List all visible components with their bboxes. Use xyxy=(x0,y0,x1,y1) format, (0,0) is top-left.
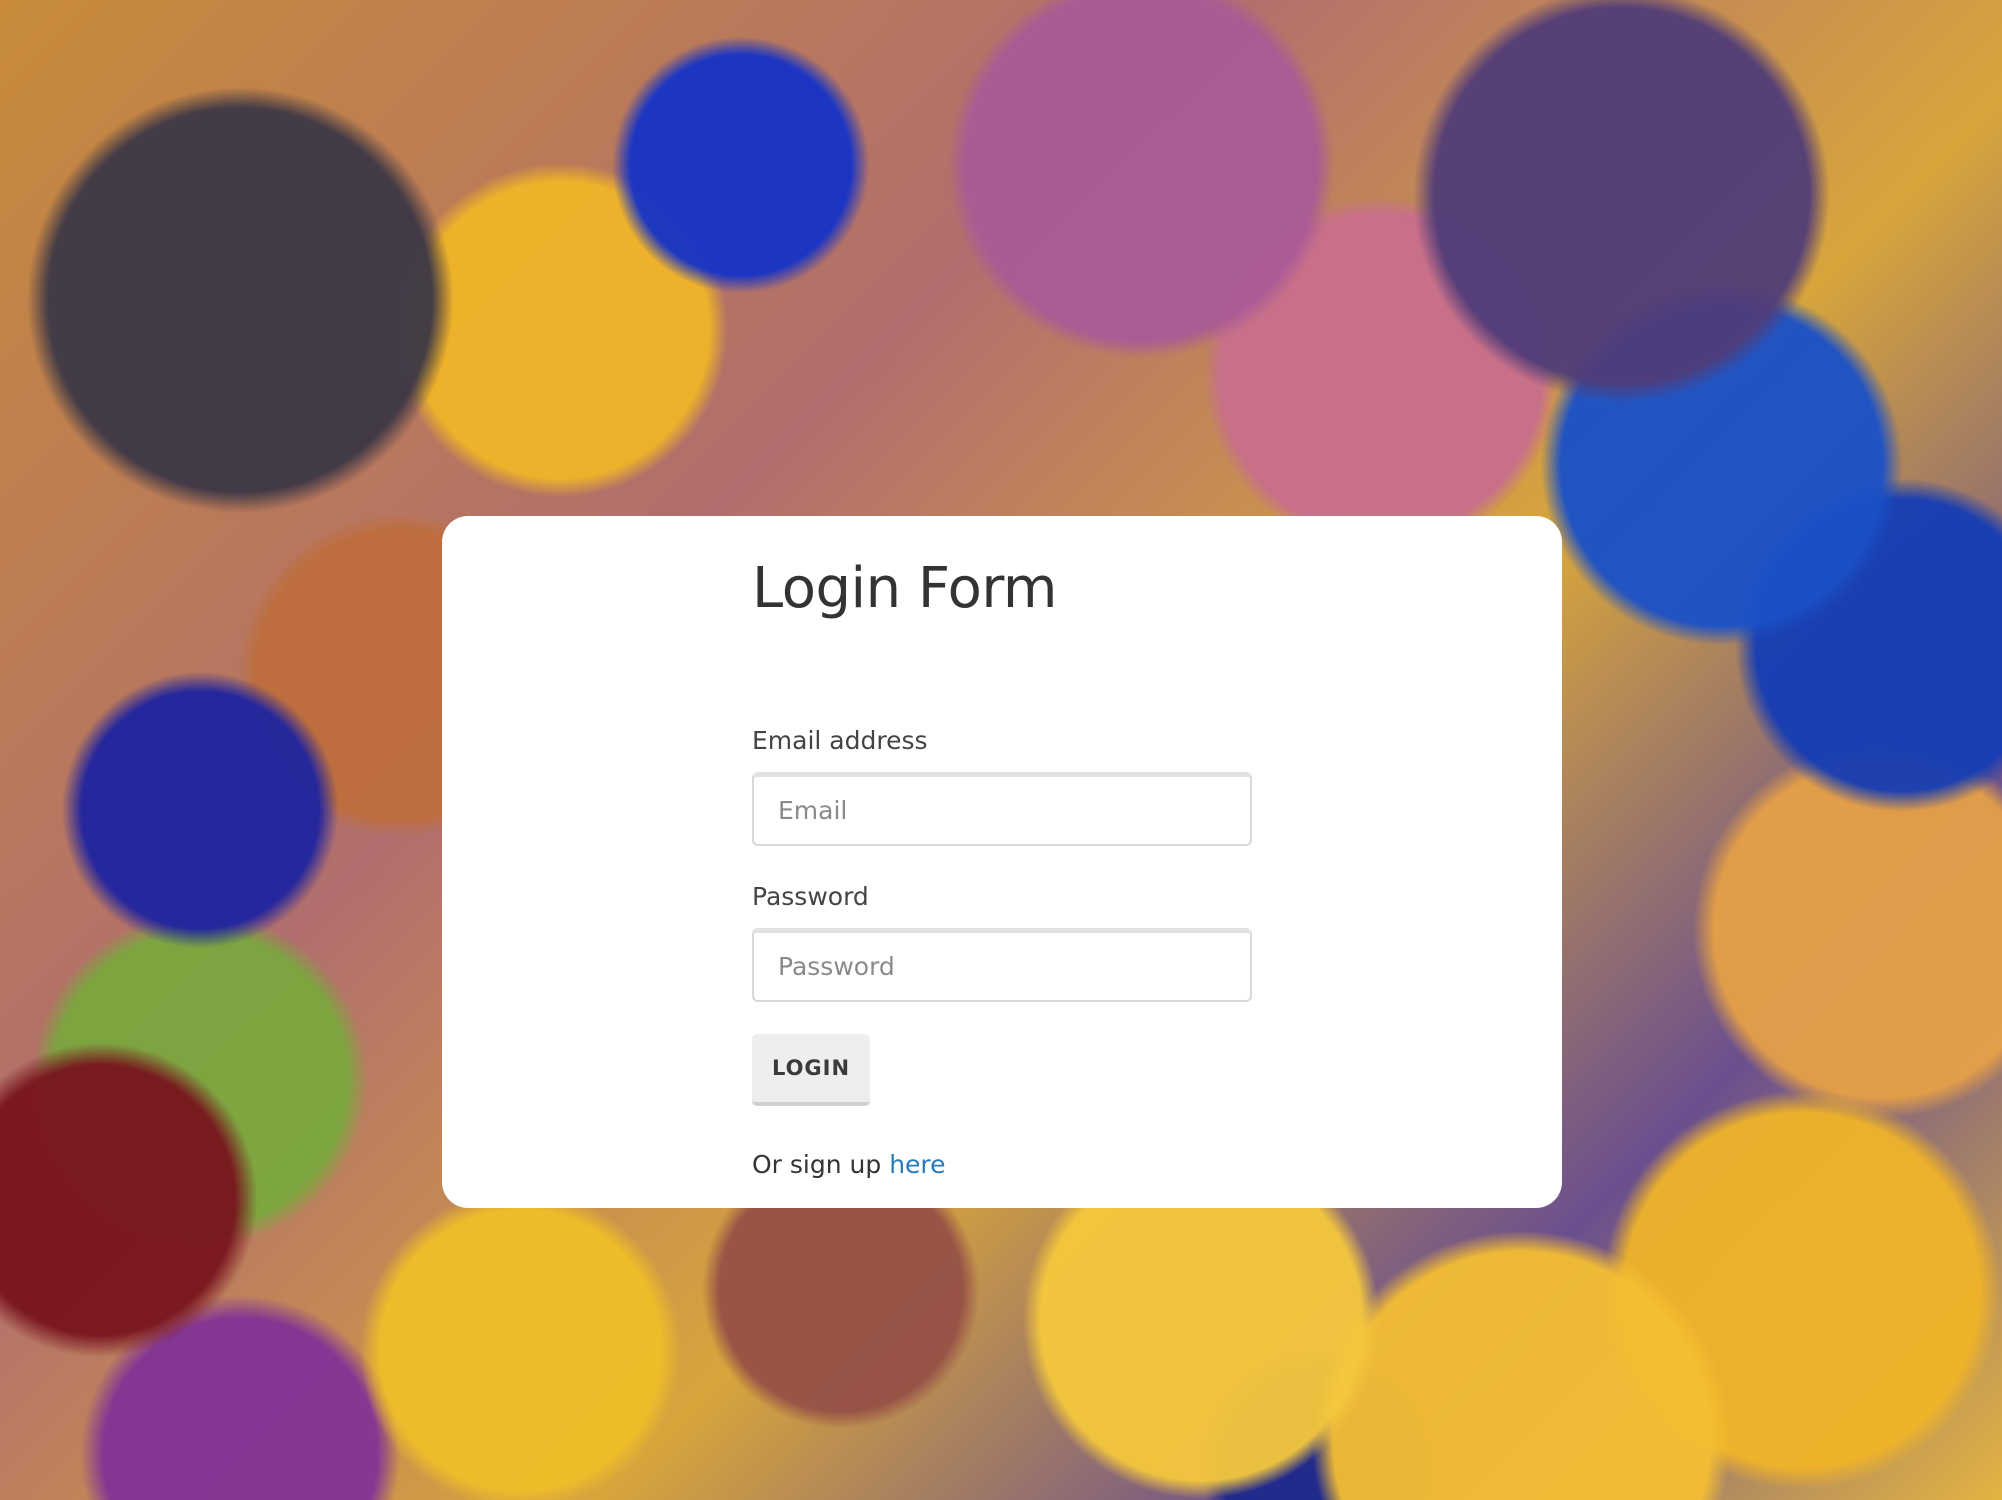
signup-link[interactable]: here xyxy=(889,1150,945,1179)
signup-prefix-text: Or sign up xyxy=(752,1150,882,1179)
signup-prompt: Or sign up here xyxy=(752,1150,946,1179)
email-input[interactable] xyxy=(752,772,1252,846)
email-label: Email address xyxy=(752,726,928,755)
login-button[interactable]: LOGIN xyxy=(752,1034,870,1106)
password-label: Password xyxy=(752,882,869,911)
password-input[interactable] xyxy=(752,928,1252,1002)
page-title: Login Form xyxy=(752,556,1057,621)
login-card: Login Form Email address Password LOGIN … xyxy=(442,516,1562,1208)
